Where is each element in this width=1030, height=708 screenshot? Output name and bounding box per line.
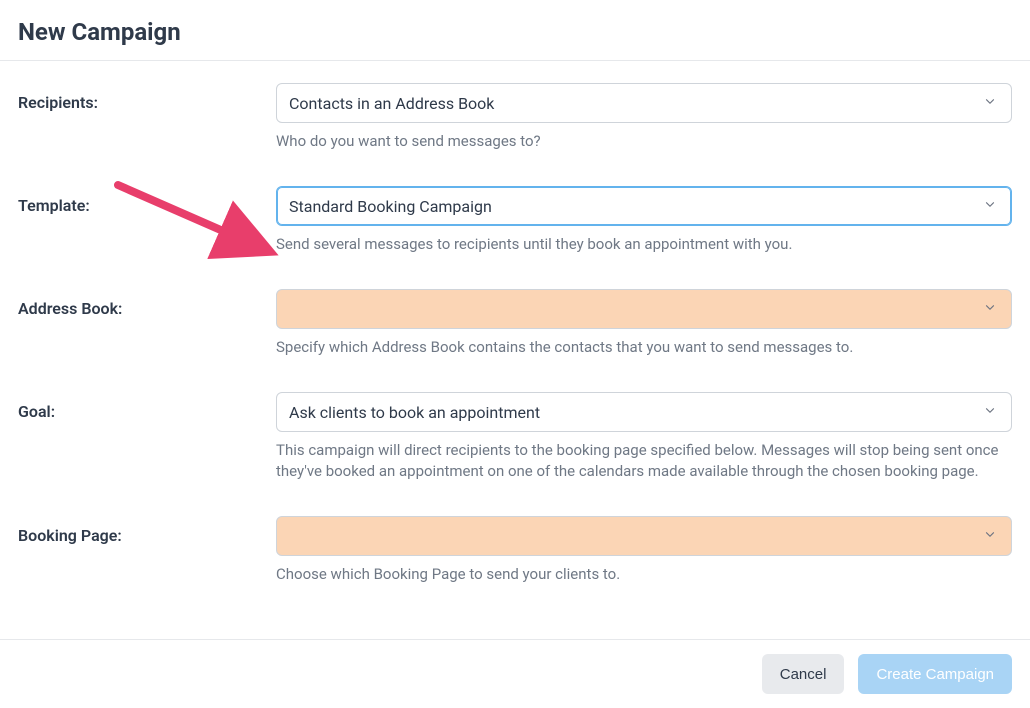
recipients-value: Contacts in an Address Book [289,94,494,113]
footer: Cancel Create Campaign [0,639,1030,708]
booking-page-help: Choose which Booking Page to send your c… [276,564,1012,585]
recipients-label: Recipients: [18,83,276,112]
goal-value: Ask clients to book an appointment [289,403,540,422]
campaign-form: Recipients: Contacts in an Address Book … [0,61,1030,639]
field-template: Template: Standard Booking Campaign Send… [18,186,1012,255]
address-book-select[interactable] [276,289,1012,329]
cancel-button[interactable]: Cancel [762,654,845,694]
template-select[interactable]: Standard Booking Campaign [276,186,1012,226]
recipients-help: Who do you want to send messages to? [276,131,1012,152]
field-goal: Goal: Ask clients to book an appointment… [18,392,1012,482]
template-label: Template: [18,186,276,215]
field-booking-page: Booking Page: Choose which Booking Page … [18,516,1012,585]
chevron-down-icon [983,300,997,319]
create-campaign-button[interactable]: Create Campaign [858,654,1012,694]
chevron-down-icon [983,197,997,216]
address-book-label: Address Book: [18,289,276,318]
recipients-select[interactable]: Contacts in an Address Book [276,83,1012,123]
chevron-down-icon [983,527,997,546]
address-book-help: Specify which Address Book contains the … [276,337,1012,358]
chevron-down-icon [983,403,997,422]
template-help: Send several messages to recipients unti… [276,234,1012,255]
page-title: New Campaign [18,18,1030,46]
goal-label: Goal: [18,392,276,421]
booking-page-select[interactable] [276,516,1012,556]
booking-page-label: Booking Page: [18,516,276,545]
field-address-book: Address Book: Specify which Address Book… [18,289,1012,358]
goal-help: This campaign will direct recipients to … [276,440,1012,482]
template-value: Standard Booking Campaign [289,197,492,216]
goal-select[interactable]: Ask clients to book an appointment [276,392,1012,432]
field-recipients: Recipients: Contacts in an Address Book … [18,83,1012,152]
chevron-down-icon [983,94,997,113]
